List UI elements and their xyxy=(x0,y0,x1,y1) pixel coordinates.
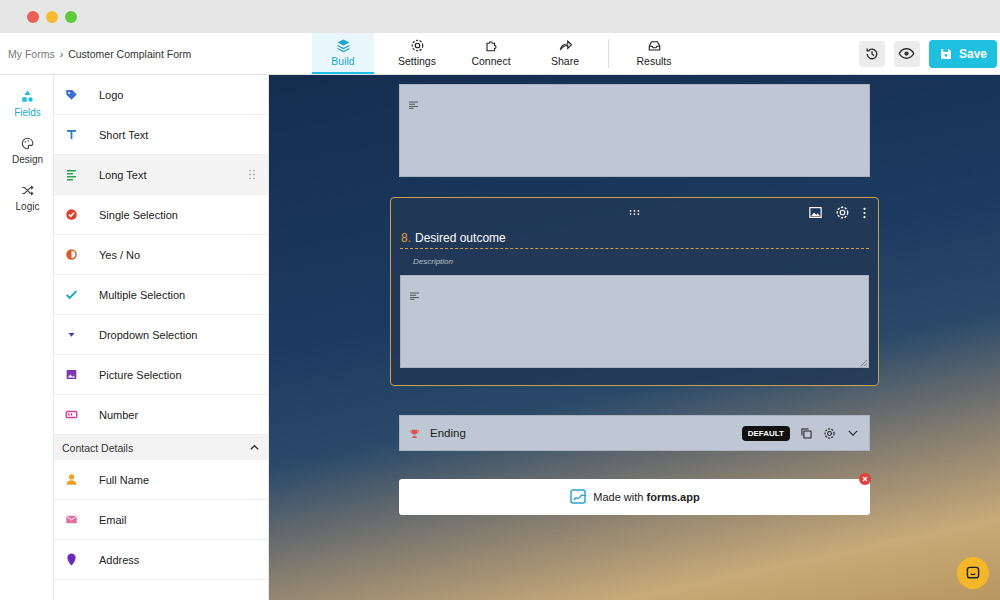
image-icon[interactable] xyxy=(808,205,823,220)
zoom-button[interactable] xyxy=(65,11,77,23)
answer-textarea[interactable] xyxy=(399,84,870,177)
question-description[interactable]: Description xyxy=(400,249,869,275)
floppy-icon xyxy=(939,47,953,61)
branding-badge[interactable]: Made with forms.app xyxy=(399,479,870,515)
save-button[interactable]: Save xyxy=(929,40,997,68)
drag-handle-icon[interactable] xyxy=(629,209,640,216)
form-canvas: 8. Desired outcome Description Ending DE… xyxy=(269,75,1000,600)
field-item[interactable]: Picture Selection xyxy=(54,355,268,395)
text-lines-icon xyxy=(409,101,418,109)
field-item[interactable]: Dropdown Selection xyxy=(54,315,268,355)
field-item[interactable]: Number xyxy=(54,395,268,435)
field-type-icon xyxy=(64,472,79,487)
ending-bar[interactable]: Ending DEFAULT xyxy=(399,415,870,451)
default-badge: DEFAULT xyxy=(742,426,790,441)
field-item[interactable]: Logo xyxy=(54,75,268,115)
text-lines-icon xyxy=(410,292,419,300)
form-column: 8. Desired outcome Description Ending DE… xyxy=(399,75,870,515)
layers-icon xyxy=(336,38,351,53)
section-header[interactable]: Contact Details xyxy=(54,435,268,460)
builder: Fields Design Logic Logo Short Text Long… xyxy=(0,75,1000,600)
app-header: My Forms › Customer Complaint Form Build … xyxy=(0,33,1000,75)
shuffle-icon xyxy=(20,183,35,198)
shapes-icon xyxy=(20,89,35,104)
close-icon xyxy=(861,475,869,483)
field-item[interactable]: Single Selection xyxy=(54,195,268,235)
drag-handle-icon[interactable] xyxy=(248,169,256,180)
inbox-icon xyxy=(647,38,662,53)
breadcrumb-item: Customer Complaint Form xyxy=(68,48,191,60)
chevron-down-icon[interactable] xyxy=(846,426,860,440)
trophy-icon xyxy=(409,428,420,439)
preview-button[interactable] xyxy=(894,41,920,67)
field-type-icon xyxy=(64,207,79,222)
question-card[interactable]: 8. Desired outcome Description xyxy=(390,197,879,386)
forms-app-logo-icon xyxy=(569,487,589,507)
resize-handle-icon[interactable] xyxy=(860,359,867,366)
field-type-icon xyxy=(64,167,79,182)
chat-button[interactable] xyxy=(957,557,989,589)
breadcrumb-item[interactable]: My Forms xyxy=(8,48,55,60)
field-type-icon xyxy=(64,87,79,102)
rail-item[interactable]: Fields xyxy=(0,80,53,127)
tab[interactable]: Results xyxy=(623,33,685,74)
answer-textarea[interactable] xyxy=(400,275,869,368)
question-title[interactable]: 8. Desired outcome xyxy=(400,231,869,249)
field-type-icon xyxy=(64,367,79,382)
field-item[interactable]: Multiple Selection xyxy=(54,275,268,315)
history-icon xyxy=(864,46,880,62)
gear-icon[interactable] xyxy=(835,205,850,220)
app-window: My Forms › Customer Complaint Form Build … xyxy=(0,0,1000,600)
breadcrumb: My Forms › Customer Complaint Form xyxy=(0,33,312,74)
header-actions: Save xyxy=(697,33,1000,74)
field-item[interactable]: Address xyxy=(54,540,268,580)
card-toolbar xyxy=(400,201,869,223)
remove-branding-button[interactable] xyxy=(859,473,871,485)
tab[interactable]: Connect xyxy=(460,33,522,74)
tab[interactable]: Settings xyxy=(386,33,448,74)
field-type-icon xyxy=(64,127,79,142)
close-button[interactable] xyxy=(27,11,39,23)
side-rail: Fields Design Logic xyxy=(0,75,54,600)
eye-icon xyxy=(898,45,915,62)
main-tabs: Build Settings Connect Share Results xyxy=(312,33,697,74)
gear-icon[interactable] xyxy=(823,427,836,440)
share-icon xyxy=(558,38,573,53)
chevron-up-icon xyxy=(249,442,260,453)
breadcrumb-separator: › xyxy=(60,48,64,60)
field-type-icon xyxy=(64,247,79,262)
field-type-icon xyxy=(64,552,79,567)
gear-icon xyxy=(410,38,425,53)
field-item[interactable]: Email xyxy=(54,500,268,540)
fields-panel: Logo Short Text Long Text Single Selecti… xyxy=(54,75,269,600)
palette-icon xyxy=(20,136,35,151)
field-type-icon xyxy=(64,327,79,342)
field-item[interactable]: Long Text xyxy=(54,155,268,195)
field-item[interactable]: Yes / No xyxy=(54,235,268,275)
puzzle-icon xyxy=(484,38,499,53)
tab-divider xyxy=(608,39,609,68)
more-icon[interactable] xyxy=(862,206,867,220)
tab[interactable]: Share xyxy=(534,33,596,74)
rail-item[interactable]: Design xyxy=(0,127,53,174)
field-item[interactable]: Short Text xyxy=(54,115,268,155)
field-type-icon xyxy=(64,512,79,527)
history-button[interactable] xyxy=(859,41,885,67)
minimize-button[interactable] xyxy=(46,11,58,23)
field-type-icon xyxy=(64,407,79,422)
tab[interactable]: Build xyxy=(312,33,374,74)
duplicate-icon[interactable] xyxy=(800,427,813,440)
field-type-icon xyxy=(64,287,79,302)
field-item[interactable]: Full Name xyxy=(54,460,268,500)
rail-item[interactable]: Logic xyxy=(0,174,53,221)
chat-icon xyxy=(965,565,981,581)
title-bar xyxy=(0,0,1000,33)
